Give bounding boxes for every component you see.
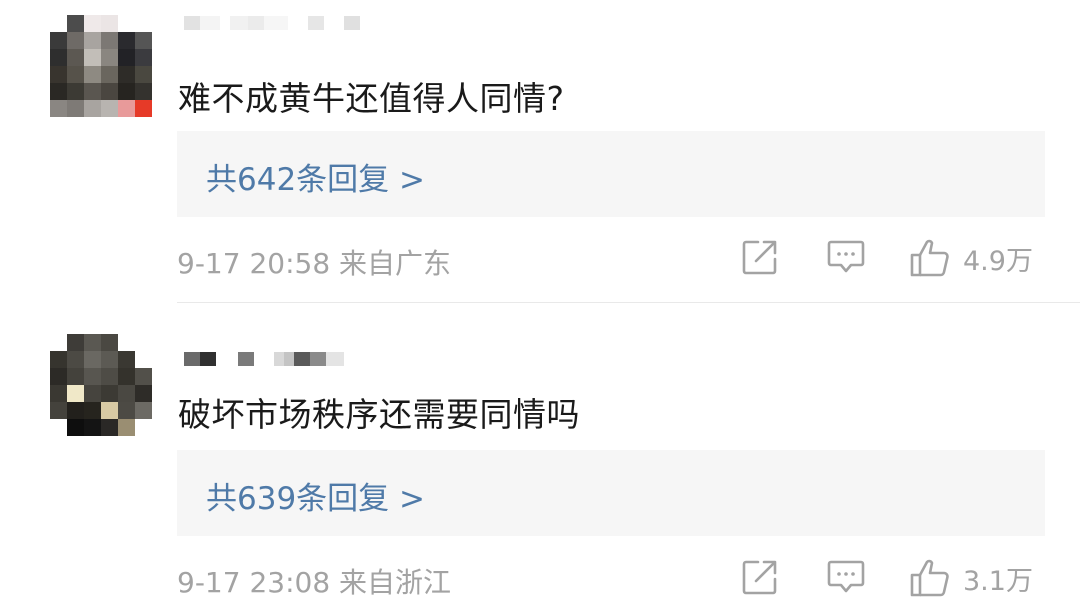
- like-count: 3.1万: [963, 565, 1033, 597]
- reply-button[interactable]: [826, 238, 866, 276]
- share-button[interactable]: [741, 238, 779, 276]
- comment-meta: 9-17 20:58 来自广东: [177, 242, 451, 282]
- comment-meta: 9-17 23:08 来自浙江: [177, 561, 451, 601]
- avatar[interactable]: [50, 334, 152, 436]
- username-redacted[interactable]: [184, 14, 360, 32]
- view-replies-link[interactable]: 共639条回复 >: [206, 473, 425, 518]
- comment-item: 破坏市场秩序还需要同情吗 共639条回复 > 9-17 23:08 来自浙江 3…: [0, 318, 1080, 605]
- share-button[interactable]: [741, 558, 779, 596]
- comment-icon: [826, 238, 866, 276]
- reply-button[interactable]: [826, 558, 866, 596]
- thumbs-up-icon: [909, 238, 951, 278]
- comment-text: 破坏市场秩序还需要同情吗: [178, 395, 580, 434]
- comment-time: 9-17 23:08: [177, 566, 331, 599]
- share-icon: [741, 558, 779, 596]
- comment-item: 难不成黄牛还值得人同情? 共642条回复 > 9-17 20:58 来自广东 4…: [0, 0, 1080, 303]
- comment-text: 难不成黄牛还值得人同情?: [178, 79, 565, 118]
- like-button[interactable]: 4.9万: [909, 238, 1033, 278]
- comment-icon: [826, 558, 866, 596]
- replies-box[interactable]: 共642条回复 >: [177, 131, 1045, 217]
- comment-location: 来自浙江: [339, 566, 452, 599]
- avatar[interactable]: [50, 15, 152, 117]
- share-icon: [741, 238, 779, 276]
- username-redacted[interactable]: [184, 350, 344, 368]
- replies-box[interactable]: 共639条回复 >: [177, 450, 1045, 536]
- comment-time: 9-17 20:58: [177, 247, 331, 280]
- thumbs-up-icon: [909, 558, 951, 598]
- comment-location: 来自广东: [339, 247, 452, 280]
- like-button[interactable]: 3.1万: [909, 558, 1033, 598]
- view-replies-link[interactable]: 共642条回复 >: [206, 154, 425, 199]
- comment-divider: [177, 302, 1080, 303]
- like-count: 4.9万: [963, 245, 1033, 277]
